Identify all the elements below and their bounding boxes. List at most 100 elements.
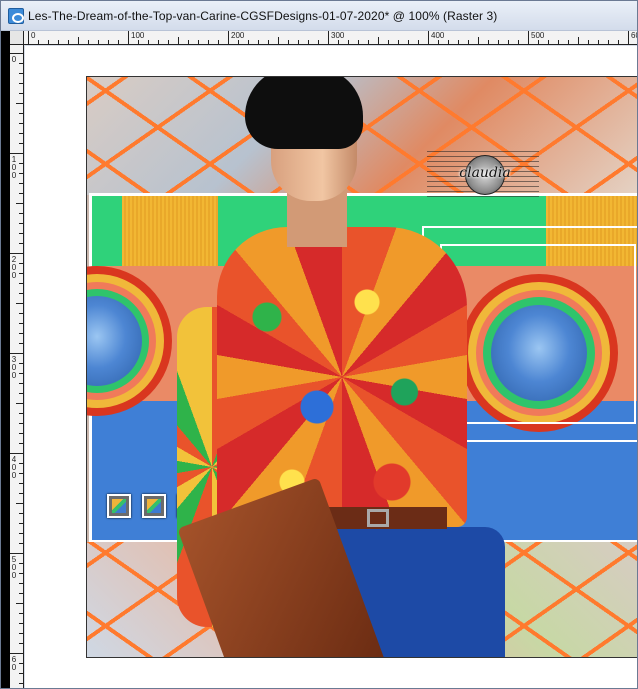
ruler-tick: [19, 683, 23, 684]
ruler-tick: [178, 37, 179, 44]
canvas-area[interactable]: claudia: [25, 46, 637, 688]
ruler-tick: [10, 253, 23, 254]
ruler-tick: [68, 40, 69, 44]
ruler-label-h: 400: [431, 31, 445, 40]
ruler-tick: [428, 31, 429, 44]
ruler-tick: [258, 40, 259, 44]
ruler-tick: [19, 523, 23, 524]
ruler-tick: [19, 113, 23, 114]
ruler-tick: [19, 643, 23, 644]
artwork-image[interactable]: claudia: [87, 77, 637, 657]
ruler-tick: [10, 353, 23, 354]
ruler-tick: [248, 40, 249, 44]
ruler-tick: [19, 633, 23, 634]
ruler-tick: [19, 533, 23, 534]
ruler-tick: [19, 623, 23, 624]
ruler-tick: [468, 40, 469, 44]
ruler-tick: [568, 40, 569, 44]
ruler-label-h: 500: [531, 31, 545, 40]
ruler-tick: [19, 273, 23, 274]
ruler-tick: [58, 40, 59, 44]
ruler-label-h: 600: [631, 31, 637, 40]
ruler-tick: [16, 603, 23, 604]
ruler-label-h: 300: [331, 31, 345, 40]
ruler-label-v: 5 0 0: [11, 555, 17, 580]
paint-shop-icon[interactable]: [8, 7, 24, 24]
ruler-tick: [38, 40, 39, 44]
ruler-tick: [19, 443, 23, 444]
ruler-tick: [238, 40, 239, 44]
horizontal-ruler: 0 100 200 300 400 500 600: [10, 31, 637, 45]
ruler-tick: [538, 40, 539, 44]
ruler-label-v: 2 0 0: [11, 255, 17, 280]
ruler-tick: [408, 40, 409, 44]
ruler-tick: [578, 37, 579, 44]
ruler-tick: [19, 163, 23, 164]
ruler-tick: [588, 40, 589, 44]
ruler-tick: [19, 293, 23, 294]
ruler-tick: [158, 40, 159, 44]
ruler-tick: [188, 40, 189, 44]
ruler-tick: [278, 37, 279, 44]
ruler-tick: [358, 40, 359, 44]
ruler-tick: [19, 93, 23, 94]
ruler-tick: [28, 31, 29, 44]
ruler-tick: [19, 463, 23, 464]
ruler-tick: [558, 40, 559, 44]
ruler-tick: [19, 413, 23, 414]
ruler-tick: [598, 40, 599, 44]
ruler-tick: [378, 37, 379, 44]
ruler-label-v: 6 0: [11, 655, 17, 672]
ruler-label-v: 4 0 0: [11, 455, 17, 480]
ruler-tick: [16, 203, 23, 204]
ruler-tick: [458, 40, 459, 44]
ruler-tick: [19, 313, 23, 314]
ruler-tick: [218, 40, 219, 44]
ruler-tick: [268, 40, 269, 44]
thumbnail-2: [142, 494, 166, 518]
ruler-tick: [548, 40, 549, 44]
ruler-tick: [19, 123, 23, 124]
ruler-tick: [19, 563, 23, 564]
ruler-tick: [78, 37, 79, 44]
title-bar[interactable]: Les-The-Dream-of-the-Top-van-Carine-CGSF…: [1, 1, 637, 31]
ruler-tick: [19, 173, 23, 174]
ruler-tick: [19, 573, 23, 574]
ruler-tick: [19, 423, 23, 424]
ruler-tick: [388, 40, 389, 44]
ruler-tick: [10, 53, 23, 54]
ruler-tick: [10, 453, 23, 454]
image-window: Les-The-Dream-of-the-Top-van-Carine-CGSF…: [0, 0, 638, 689]
ruler-tick: [338, 40, 339, 44]
ruler-tick: [19, 183, 23, 184]
ruler-tick: [308, 40, 309, 44]
ruler-tick: [608, 40, 609, 44]
ruler-tick: [19, 323, 23, 324]
ruler-tick: [19, 223, 23, 224]
ruler-tick: [19, 583, 23, 584]
ruler-tick: [98, 40, 99, 44]
ruler-tick: [16, 103, 23, 104]
ruler-tick: [19, 333, 23, 334]
ruler-tick: [88, 40, 89, 44]
ruler-label-v: 1 0 0: [11, 155, 17, 180]
ruler-tick: [10, 153, 23, 154]
ruler-tick: [398, 40, 399, 44]
ruler-tick: [348, 40, 349, 44]
ruler-label-v: 0: [11, 55, 17, 64]
ruler-tick: [438, 40, 439, 44]
ruler-tick: [368, 40, 369, 44]
ruler-tick: [19, 263, 23, 264]
ruler-tick: [19, 673, 23, 674]
ruler-tick: [198, 40, 199, 44]
model-figure: [177, 77, 507, 657]
ruler-tick: [19, 513, 23, 514]
ruler-tick: [19, 543, 23, 544]
figure-shirt: [217, 227, 467, 527]
ruler-corner: [10, 31, 24, 45]
ruler-tick: [19, 83, 23, 84]
ruler-tick: [19, 433, 23, 434]
ruler-label-h: 200: [231, 31, 245, 40]
ruler-tick: [448, 40, 449, 44]
ruler-tick: [19, 243, 23, 244]
